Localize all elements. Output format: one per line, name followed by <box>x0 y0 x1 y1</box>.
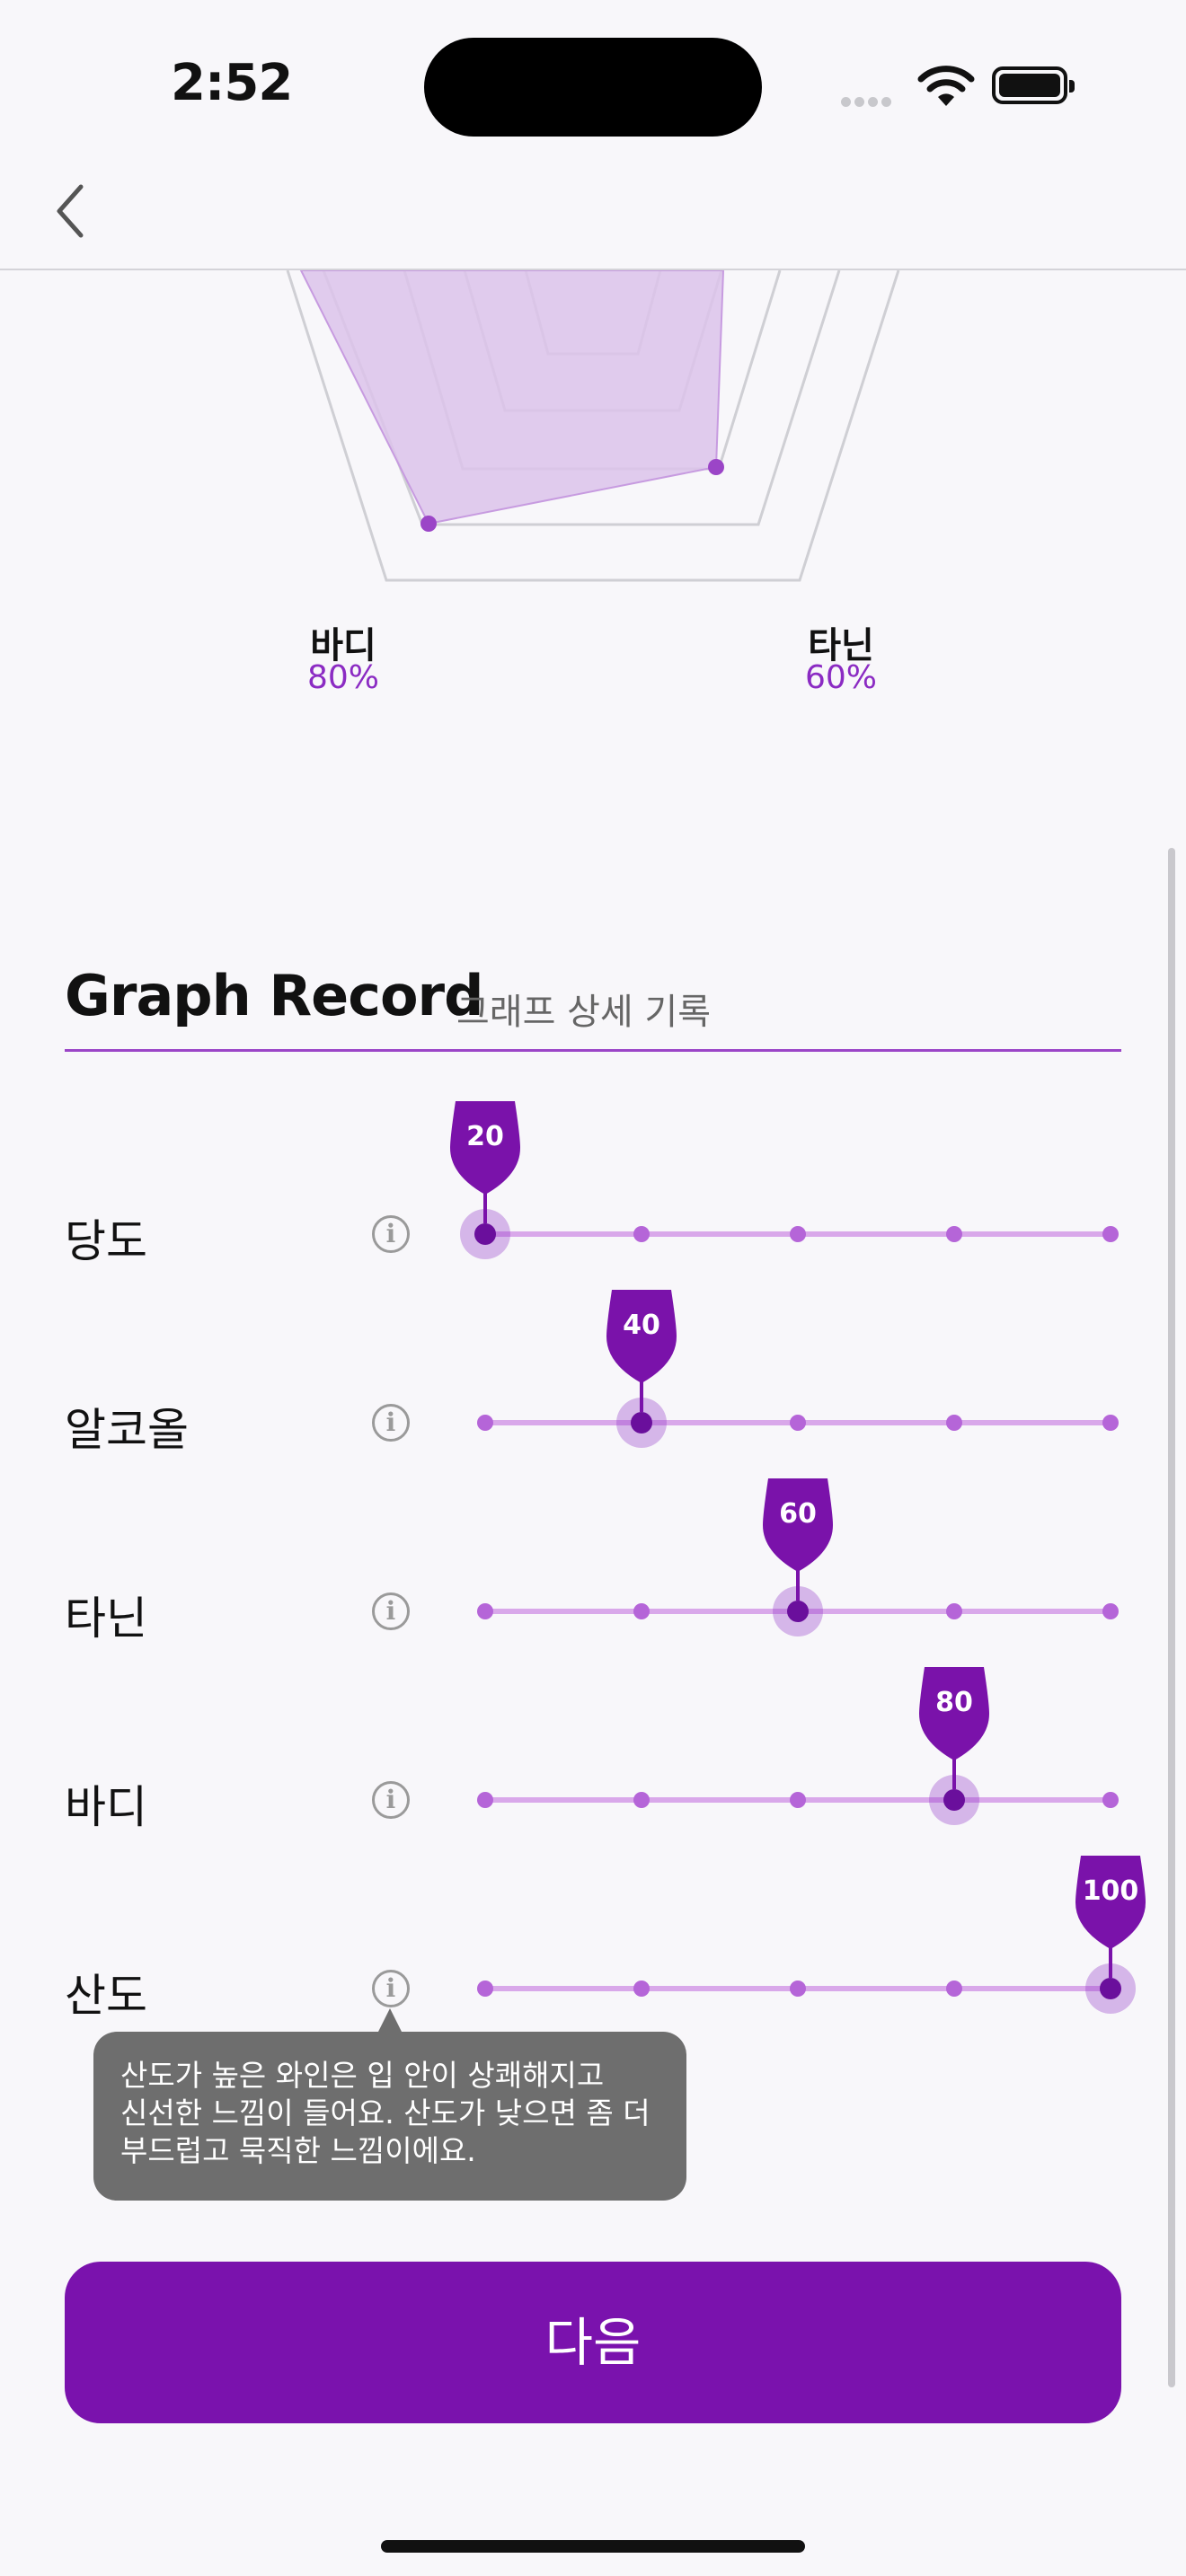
slider-tick[interactable] <box>1102 1792 1119 1808</box>
slider-value-label: 100 <box>1082 1875 1139 1907</box>
dynamic-island <box>424 38 762 137</box>
radar-value-body: 80% <box>306 659 379 696</box>
slider-label: 바디 <box>65 1781 147 1833</box>
slider-tick[interactable] <box>1102 1226 1119 1242</box>
section-underline <box>65 1049 1121 1052</box>
wifi-icon <box>916 65 976 111</box>
info-icon[interactable]: i <box>372 1592 410 1630</box>
slider-value-label: 80 <box>935 1687 973 1718</box>
slider-label: 알코올 <box>65 1404 189 1456</box>
slider-value-label: 40 <box>623 1310 660 1341</box>
slider-tick[interactable] <box>633 1981 650 1997</box>
slider-thumb[interactable] <box>1100 1978 1121 1999</box>
chevron-left-icon <box>57 184 84 238</box>
radar-chart <box>286 270 900 582</box>
tooltip-line: 신선한 느낌이 들어요. 산도가 낮으면 좀 더 <box>120 2095 651 2130</box>
section-title: Graph Record <box>65 963 484 1028</box>
tooltip-line: 부드럽고 묵직한 느낌이에요. <box>120 2133 476 2168</box>
info-icon[interactable]: i <box>372 1970 410 2007</box>
cellular-signal-icon <box>841 93 895 110</box>
slider-tick[interactable] <box>790 1792 806 1808</box>
info-icon[interactable]: i <box>372 1781 410 1819</box>
back-button[interactable] <box>50 180 95 243</box>
slider-tick[interactable] <box>946 1415 962 1431</box>
slider-tick[interactable] <box>1102 1415 1119 1431</box>
slider-thumb[interactable] <box>474 1223 496 1245</box>
next-button[interactable]: 다음 <box>65 2262 1121 2423</box>
slider-label: 당도 <box>65 1215 147 1267</box>
slider-tick[interactable] <box>946 1981 962 1997</box>
slider-value-label: 60 <box>779 1498 817 1530</box>
radar-value-tannin: 60% <box>804 659 877 696</box>
slider-tick[interactable] <box>1102 1603 1119 1619</box>
section-subtitle: 그래프 상세 기록 <box>456 992 712 1033</box>
slider-label: 타닌 <box>65 1592 147 1645</box>
radar-data-area <box>299 270 725 525</box>
slider-tick[interactable] <box>790 1415 806 1431</box>
slider-tick[interactable] <box>633 1792 650 1808</box>
slider-thumb[interactable] <box>631 1412 652 1434</box>
scrollbar[interactable] <box>1168 848 1175 2387</box>
slider-label: 산도 <box>65 1970 147 2022</box>
slider-thumb[interactable] <box>787 1601 809 1622</box>
slider-tick[interactable] <box>633 1226 650 1242</box>
slider-tick[interactable] <box>633 1603 650 1619</box>
slider-tick[interactable] <box>477 1792 493 1808</box>
slider-tick[interactable] <box>946 1226 962 1242</box>
slider-tick[interactable] <box>477 1603 493 1619</box>
slider-tick[interactable] <box>946 1603 962 1619</box>
radar-point-tannin <box>708 459 724 475</box>
info-icon[interactable]: i <box>372 1404 410 1442</box>
info-icon[interactable]: i <box>372 1215 410 1253</box>
status-time: 2:52 <box>171 54 293 112</box>
home-indicator <box>381 2540 805 2553</box>
tooltip-line: 산도가 높은 와인은 입 안이 상쾌해지고 <box>120 2058 605 2093</box>
tooltip-arrow <box>377 2008 403 2033</box>
slider-value-label: 20 <box>466 1121 504 1152</box>
acidity-tooltip: 산도가 높은 와인은 입 안이 상쾌해지고 신선한 느낌이 들어요. 산도가 낮… <box>93 2032 686 2201</box>
slider-tick[interactable] <box>477 1415 493 1431</box>
slider-tick[interactable] <box>790 1981 806 1997</box>
slider-tick[interactable] <box>477 1981 493 1997</box>
battery-icon <box>992 66 1075 104</box>
slider-tick[interactable] <box>790 1226 806 1242</box>
slider-thumb[interactable] <box>943 1789 965 1811</box>
radar-point-body <box>420 516 437 532</box>
